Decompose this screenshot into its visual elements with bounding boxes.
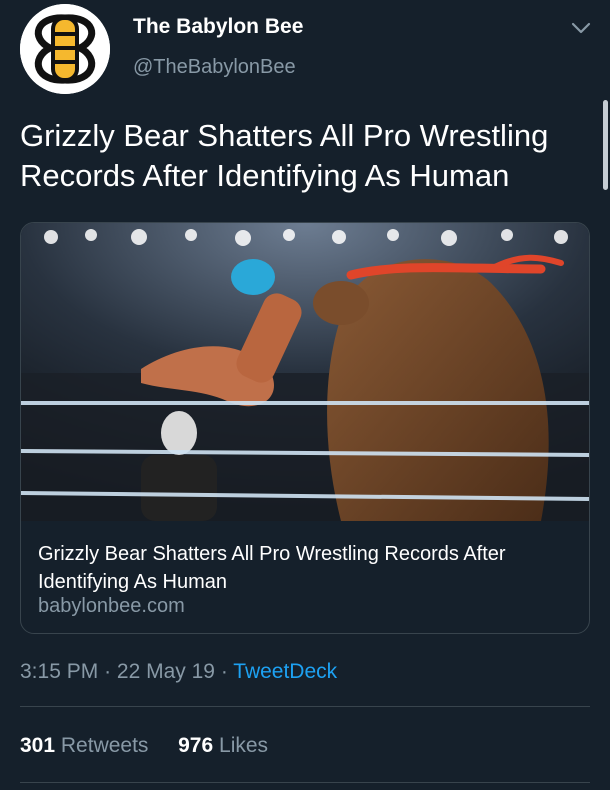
tweet-header: The Babylon Bee @TheBabylonBee bbox=[0, 0, 610, 100]
divider bbox=[20, 706, 590, 707]
divider bbox=[20, 782, 590, 783]
tweet-date[interactable]: 22 May 19 bbox=[117, 660, 215, 683]
user-handle[interactable]: @TheBabylonBee bbox=[133, 56, 296, 79]
tweet-text: Grizzly Bear Shatters All Pro Wrestling … bbox=[20, 118, 549, 193]
retweets-label: Retweets bbox=[60, 734, 149, 757]
likes-label: Likes bbox=[219, 734, 269, 757]
avatar[interactable] bbox=[20, 4, 110, 94]
link-card[interactable]: Grizzly Bear Shatters All Pro Wrestling … bbox=[20, 222, 590, 634]
display-name[interactable]: The Babylon Bee bbox=[133, 15, 303, 39]
article-image[interactable] bbox=[21, 223, 589, 521]
likes-stat[interactable]: 976 Likes bbox=[172, 734, 268, 757]
tweet-stats: 301 Retweets 976 Likes bbox=[20, 734, 268, 758]
tweet-time[interactable]: 3:15 PM bbox=[20, 660, 98, 683]
meta-separator: · bbox=[104, 660, 112, 683]
tweet-meta: 3:15 PM · 22 May 19 · TweetDeck bbox=[20, 660, 337, 684]
retweets-count: 301 bbox=[20, 734, 56, 757]
scrollbar[interactable] bbox=[603, 100, 608, 190]
card-domain[interactable]: babylonbee.com bbox=[38, 595, 185, 618]
tweet-source-link[interactable]: TweetDeck bbox=[233, 660, 337, 683]
chevron-down-icon[interactable] bbox=[569, 16, 593, 40]
meta-separator: · bbox=[220, 660, 228, 683]
card-title[interactable]: Grizzly Bear Shatters All Pro Wrestling … bbox=[38, 540, 568, 596]
babylon-bee-logo-icon bbox=[20, 4, 110, 94]
likes-count: 976 bbox=[178, 734, 214, 757]
retweets-stat[interactable]: 301 Retweets bbox=[20, 734, 154, 757]
